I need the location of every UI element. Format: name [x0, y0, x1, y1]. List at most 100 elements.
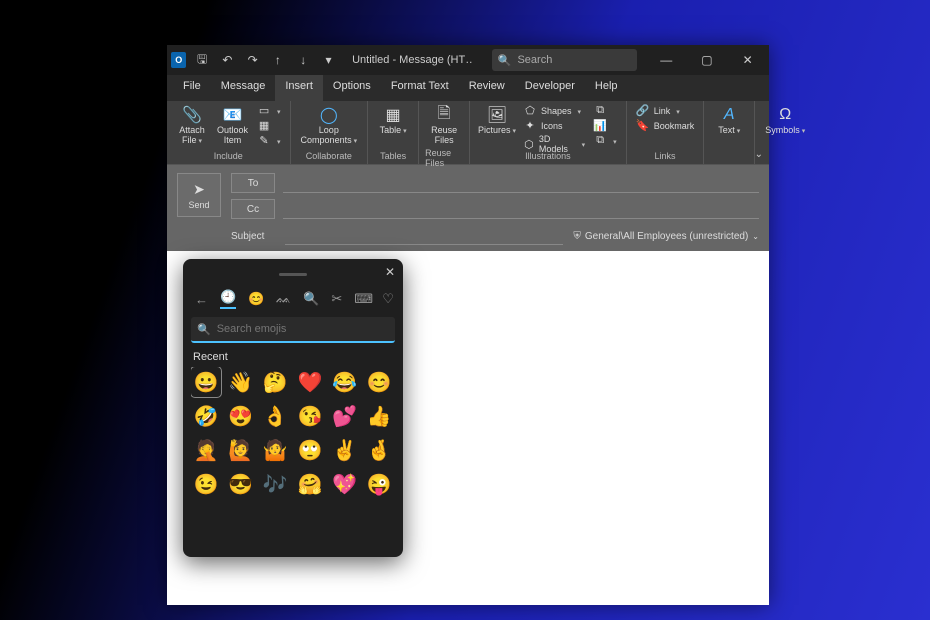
- group-label: Include: [214, 151, 243, 162]
- loop-components-button[interactable]: ◯ LoopComponents: [297, 103, 362, 148]
- table-button[interactable]: ▦ Table: [374, 103, 412, 138]
- menubar: File Message Insert Options Format Text …: [167, 75, 769, 101]
- smartart-button[interactable]: ⧉: [590, 103, 620, 118]
- emoji-item[interactable]: 🙄: [295, 435, 325, 465]
- illustrations-extra: ⧉ 📊 ⧉: [590, 103, 620, 148]
- subject-label: Subject: [231, 231, 275, 242]
- menu-review[interactable]: Review: [459, 75, 515, 101]
- links-stack: 🔗Link 🔖Bookmark: [633, 103, 698, 133]
- shapes-button[interactable]: ⬠Shapes: [520, 103, 588, 118]
- attach-file-button[interactable]: 📎 AttachFile: [173, 103, 211, 148]
- menu-insert[interactable]: Insert: [275, 75, 323, 101]
- message-body[interactable]: ✕ ← 🕘 😊 ᨐ 🔍 ✂ ⌨ ♡ 🔍 Recent 😀👋🤔❤️😂😊🤣😍👌😘💕👍…: [167, 251, 769, 605]
- tab-favorites[interactable]: ♡: [382, 291, 394, 307]
- menu-message[interactable]: Message: [211, 75, 276, 101]
- menu-file[interactable]: File: [173, 75, 211, 101]
- tab-emoji[interactable]: 😊: [248, 291, 264, 307]
- emoji-item[interactable]: ✌️: [330, 435, 360, 465]
- screenshot-icon: ⧉: [593, 134, 607, 147]
- tab-symbols[interactable]: ⌨: [354, 291, 370, 307]
- cc-button[interactable]: Cc: [231, 199, 275, 219]
- include-extra-stack: ▭ ▦ ✎: [254, 103, 284, 148]
- link-button[interactable]: 🔗Link: [633, 103, 698, 118]
- undo-icon[interactable]: ↶: [218, 50, 237, 70]
- chart-button[interactable]: 📊: [590, 118, 620, 133]
- menu-options[interactable]: Options: [323, 75, 381, 101]
- window-title: Untitled - Message (HT…: [352, 54, 472, 66]
- emoji-item[interactable]: 🤣: [191, 401, 221, 431]
- emoji-item[interactable]: 😀: [191, 367, 221, 397]
- sensitivity-label[interactable]: ⛨ General\All Employees (unrestricted) ⌄: [573, 231, 759, 242]
- symbols-button[interactable]: Ω Symbols: [761, 103, 809, 138]
- emoji-item[interactable]: 👌: [260, 401, 290, 431]
- emoji-item[interactable]: 💕: [330, 401, 360, 431]
- emoji-item[interactable]: 💖: [330, 469, 360, 499]
- emoji-item[interactable]: 😊: [364, 367, 394, 397]
- pictures-button[interactable]: 🖼 Pictures: [476, 103, 518, 138]
- emoji-search-input[interactable]: [217, 323, 389, 335]
- emoji-item[interactable]: 🤗: [295, 469, 325, 499]
- emoji-item[interactable]: 👍: [364, 401, 394, 431]
- tab-clipboard[interactable]: ✂: [331, 291, 342, 307]
- search-box[interactable]: 🔍 Search: [492, 49, 637, 71]
- emoji-item[interactable]: 🤞: [364, 435, 394, 465]
- text-button[interactable]: A Text: [710, 103, 748, 138]
- emoji-item[interactable]: 🤷: [260, 435, 290, 465]
- calendar-button[interactable]: ▦: [254, 118, 284, 133]
- emoji-item[interactable]: 🙋: [226, 435, 256, 465]
- to-button[interactable]: To: [231, 173, 275, 193]
- emoji-search[interactable]: 🔍: [191, 317, 395, 343]
- emoji-item[interactable]: 😂: [330, 367, 360, 397]
- cc-field[interactable]: [283, 199, 759, 219]
- picker-close-button[interactable]: ✕: [385, 265, 395, 279]
- emoji-item[interactable]: 🎶: [260, 469, 290, 499]
- emoji-item[interactable]: 😉: [191, 469, 221, 499]
- bookmark-button[interactable]: 🔖Bookmark: [633, 118, 698, 133]
- group-label: Links: [654, 151, 675, 162]
- tab-recent[interactable]: 🕘: [220, 289, 236, 309]
- icons-button[interactable]: ✦Icons: [520, 118, 588, 133]
- subject-field[interactable]: [285, 227, 563, 245]
- table-icon: ▦: [386, 105, 401, 125]
- cube-icon: ⬡: [523, 138, 535, 151]
- emoji-item[interactable]: 😍: [226, 401, 256, 431]
- to-field[interactable]: [283, 173, 759, 193]
- collapse-ribbon-button[interactable]: ⌄: [753, 147, 765, 162]
- qat-up-icon[interactable]: ↑: [268, 50, 287, 70]
- minimize-button[interactable]: —: [649, 45, 684, 75]
- qat-more-icon[interactable]: ▾: [319, 50, 338, 70]
- emoji-item[interactable]: ❤️: [295, 367, 325, 397]
- paperclip-icon: 📎: [182, 105, 202, 125]
- business-card-button[interactable]: ▭: [254, 103, 284, 118]
- menu-developer[interactable]: Developer: [515, 75, 585, 101]
- emoji-item[interactable]: 😘: [295, 401, 325, 431]
- illustrations-stack: ⬠Shapes ✦Icons ⬡3D Models: [520, 103, 588, 155]
- outlook-item-button[interactable]: 📧 OutlookItem: [213, 103, 252, 148]
- signature-button[interactable]: ✎: [254, 133, 284, 148]
- screenshot-button[interactable]: ⧉: [590, 133, 620, 148]
- emoji-item[interactable]: 😜: [364, 469, 394, 499]
- section-recent: Recent: [191, 349, 395, 367]
- pictures-icon: 🖼: [487, 105, 507, 125]
- redo-icon[interactable]: ↷: [243, 50, 262, 70]
- group-reuse: 🗎 ReuseFiles Reuse Files: [419, 101, 470, 164]
- compose-header: ➤ Send To Cc: [167, 165, 769, 225]
- picker-back-button[interactable]: ←: [195, 292, 208, 307]
- qat-down-icon[interactable]: ↓: [294, 50, 313, 70]
- emoji-item[interactable]: 🤦: [191, 435, 221, 465]
- drag-handle[interactable]: [279, 273, 307, 276]
- menu-format-text[interactable]: Format Text: [381, 75, 459, 101]
- menu-help[interactable]: Help: [585, 75, 628, 101]
- emoji-item[interactable]: 🤔: [260, 367, 290, 397]
- emoji-item[interactable]: 👋: [226, 367, 256, 397]
- tab-kaomoji[interactable]: ᨐ: [276, 291, 291, 307]
- close-button[interactable]: ✕: [730, 45, 765, 75]
- maximize-button[interactable]: ▢: [690, 45, 725, 75]
- send-button[interactable]: ➤ Send: [177, 173, 221, 217]
- outlook-item-icon: 📧: [223, 105, 243, 125]
- reuse-files-button[interactable]: 🗎 ReuseFiles: [425, 103, 463, 148]
- emoji-picker: ✕ ← 🕘 😊 ᨐ 🔍 ✂ ⌨ ♡ 🔍 Recent 😀👋🤔❤️😂😊🤣😍👌😘💕👍…: [183, 259, 403, 557]
- save-icon[interactable]: 🖫: [192, 50, 211, 70]
- tab-gif[interactable]: 🔍: [303, 291, 319, 307]
- emoji-item[interactable]: 😎: [226, 469, 256, 499]
